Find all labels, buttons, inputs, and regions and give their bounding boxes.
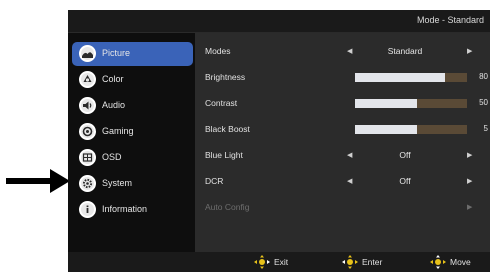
gaming-icon xyxy=(79,123,96,140)
arrow-left-icon[interactable]: ◀ xyxy=(347,151,352,159)
audio-icon xyxy=(79,97,96,114)
picture-icon xyxy=(79,45,96,62)
brightness-slider-fill xyxy=(355,73,445,82)
sidebar-item-picture[interactable]: Picture xyxy=(72,42,193,66)
brightness-slider[interactable] xyxy=(355,73,467,82)
enter-label: Enter xyxy=(362,257,383,267)
arrow-left-icon[interactable]: ◀ xyxy=(347,47,352,55)
exit-label: Exit xyxy=(274,257,289,267)
osd-icon xyxy=(79,149,96,166)
arrow-right-icon: ▶ xyxy=(467,204,473,211)
setting-row-black-boost[interactable]: Black Boost 5 xyxy=(195,120,490,140)
osd-header: Mode - Standard xyxy=(68,10,490,33)
setting-value: Off xyxy=(399,176,411,186)
monitor-osd-menu: Mode - Standard Picture Color Audio Gami… xyxy=(68,10,490,272)
settings-panel: Modes ◀ Standard ▶ Brightness 80 Contras… xyxy=(195,33,490,252)
information-icon xyxy=(79,201,96,218)
system-icon xyxy=(79,175,96,192)
setting-label: Brightness xyxy=(205,72,246,82)
sidebar-item-label: Picture xyxy=(102,48,131,58)
setting-label: DCR xyxy=(205,176,224,186)
sidebar-item-label: Audio xyxy=(102,100,126,110)
setting-row-blue-light[interactable]: Blue Light ◀ Off ▶ xyxy=(195,146,490,166)
sidebar-item-label: System xyxy=(102,178,133,188)
sidebar-item-audio[interactable]: Audio xyxy=(72,94,193,118)
sidebar-item-label: Gaming xyxy=(102,126,134,136)
setting-value: 5 xyxy=(483,124,488,133)
sidebar-item-label: OSD xyxy=(102,152,122,162)
mode-title: Mode - Standard xyxy=(416,15,484,25)
arrow-right-icon[interactable]: ▶ xyxy=(467,177,472,185)
arrow-right-icon[interactable]: ▶ xyxy=(467,47,472,55)
joystick-enter-icon xyxy=(342,255,358,269)
color-icon xyxy=(79,71,96,88)
setting-value: Standard xyxy=(387,46,423,56)
osd-footer: Exit Enter Move xyxy=(68,252,490,272)
setting-label: Modes xyxy=(205,46,231,56)
setting-value: Off xyxy=(399,150,411,160)
annotation-arrow-icon xyxy=(6,169,70,193)
setting-row-auto-config: Auto Config ▶ xyxy=(195,198,490,218)
setting-row-dcr[interactable]: DCR ◀ Off ▶ xyxy=(195,172,490,192)
sidebar-item-label: Information xyxy=(102,204,148,214)
black-boost-slider-fill xyxy=(355,125,417,134)
setting-value: 80 xyxy=(479,72,488,81)
sidebar-item-color[interactable]: Color xyxy=(72,68,193,92)
joystick-exit-icon xyxy=(254,255,270,269)
black-boost-slider[interactable] xyxy=(355,125,467,134)
arrow-left-icon[interactable]: ◀ xyxy=(347,177,352,185)
sidebar-item-gaming[interactable]: Gaming xyxy=(72,120,193,144)
sidebar-item-information[interactable]: Information xyxy=(72,198,193,222)
move-label: Move xyxy=(450,257,471,267)
sidebar-item-osd[interactable]: OSD xyxy=(72,146,193,170)
setting-row-modes[interactable]: Modes ◀ Standard ▶ xyxy=(195,42,490,62)
contrast-slider[interactable] xyxy=(355,99,467,108)
setting-label: Blue Light xyxy=(205,150,243,160)
setting-label: Auto Config xyxy=(205,202,250,212)
sidebar-item-system[interactable]: System xyxy=(72,172,193,196)
setting-label: Contrast xyxy=(205,98,238,108)
arrow-right-icon[interactable]: ▶ xyxy=(467,151,472,159)
osd-sidebar: Picture Color Audio Gaming OSD System In… xyxy=(68,33,195,252)
sidebar-item-label: Color xyxy=(102,74,124,84)
joystick-move-icon xyxy=(430,255,446,269)
setting-row-brightness[interactable]: Brightness 80 xyxy=(195,68,490,88)
setting-value: 50 xyxy=(479,98,488,107)
contrast-slider-fill xyxy=(355,99,417,108)
setting-label: Black Boost xyxy=(205,124,250,134)
setting-row-contrast[interactable]: Contrast 50 xyxy=(195,94,490,114)
